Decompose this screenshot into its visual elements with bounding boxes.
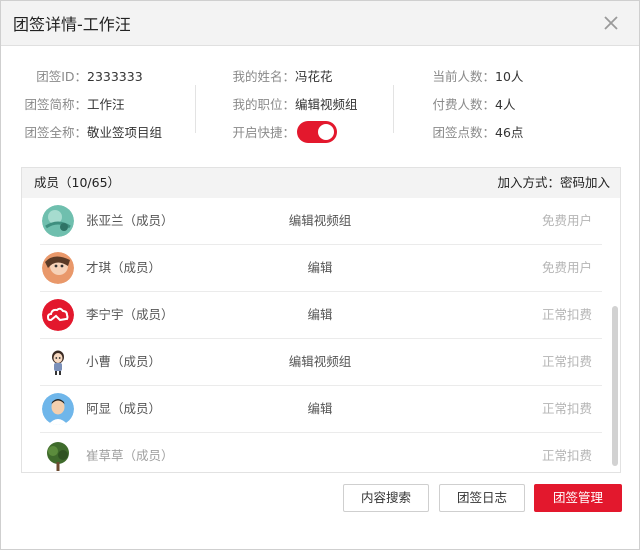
team-short-name-label: 团签简称： — [24, 97, 87, 112]
member-role: 编辑 — [307, 401, 333, 416]
member-status: 正常扣费 — [541, 401, 592, 416]
list-item[interactable]: 张亚兰（成员） 编辑视频组 免费用户 — [40, 198, 602, 245]
team-full-name-row: 团签全称：敬业签项目组 — [1, 119, 162, 147]
shortcut-label: 开启快捷： — [232, 125, 295, 140]
team-id-label: 团签ID： — [36, 69, 87, 84]
info-column-me: 我的姓名：冯花花 我的职位：编辑视频组 开启快捷： — [201, 63, 358, 147]
member-list[interactable]: 张亚兰（成员） 编辑视频组 免费用户 才琪（成员） 编辑 免费用户 李宁宇（成员… — [22, 198, 620, 472]
cloud-logo-avatar — [42, 299, 74, 331]
toggle-knob — [318, 124, 334, 140]
member-role: 编辑视频组 — [288, 213, 352, 228]
photo-avatar — [42, 252, 74, 284]
info-column-team: 团签ID：2333333 团签简称：工作汪 团签全称：敬业签项目组 — [1, 63, 162, 147]
member-name: 崔草草（成员） — [86, 448, 174, 463]
team-id-row: 团签ID：2333333 — [1, 63, 162, 91]
member-name: 李宁宇（成员） — [86, 307, 174, 322]
team-detail-dialog: 团签详情-工作汪 团签ID：2333333 团签简称：工作汪 团签全称：敬业签项… — [0, 0, 640, 550]
my-name-value: 冯花花 — [295, 69, 333, 84]
member-panel: 成员（10/65） 加入方式：密码加入 张亚兰（成员） 编辑视频组 免费用户 才… — [21, 167, 621, 473]
join-method: 加入方式：密码加入 — [497, 175, 610, 190]
member-name: 阿显（成员） — [86, 401, 162, 416]
current-count-row: 当前人数：10人 — [401, 63, 523, 91]
member-list-scrollbar[interactable] — [612, 306, 618, 466]
member-role: 编辑 — [307, 307, 333, 322]
shortcut-row: 开启快捷： — [201, 119, 358, 147]
list-item[interactable]: 才琪（成员） 编辑 免费用户 — [40, 245, 602, 292]
shortcut-toggle[interactable] — [297, 121, 337, 143]
team-full-name-label: 团签全称： — [24, 125, 87, 140]
close-icon[interactable] — [601, 13, 621, 33]
info-column-stats: 当前人数：10人 付费人数：4人 团签点数：46点 — [401, 63, 523, 147]
member-status: 正常扣费 — [541, 307, 592, 322]
my-position-label: 我的职位： — [232, 97, 295, 112]
my-name-label: 我的姓名： — [232, 69, 295, 84]
member-count-title: 成员（10/65） — [34, 175, 121, 190]
team-points-value: 46点 — [495, 125, 524, 140]
list-item[interactable]: 小曹（成员） 编辑视频组 正常扣费 — [40, 339, 602, 386]
portrait-avatar — [42, 393, 74, 425]
my-position-row: 我的职位：编辑视频组 — [201, 91, 358, 119]
list-item[interactable]: 阿显（成员） 编辑 正常扣费 — [40, 386, 602, 433]
member-status: 正常扣费 — [541, 354, 592, 369]
team-manage-button[interactable]: 团签管理 — [534, 484, 622, 512]
team-id-value: 2333333 — [87, 69, 143, 84]
cartoon-avatar — [42, 346, 74, 378]
dialog-title: 团签详情-工作汪 — [13, 15, 131, 34]
paid-count-row: 付费人数：4人 — [401, 91, 523, 119]
list-item[interactable]: 李宁宇（成员） 编辑 正常扣费 — [40, 292, 602, 339]
my-name-row: 我的姓名：冯花花 — [201, 63, 358, 91]
team-full-name-value: 敬业签项目组 — [87, 125, 163, 140]
divider — [393, 85, 394, 133]
title-bar: 团签详情-工作汪 — [1, 1, 639, 46]
member-name: 才琪（成员） — [86, 260, 162, 275]
member-header: 成员（10/65） 加入方式：密码加入 — [22, 168, 620, 198]
current-count-label: 当前人数： — [432, 69, 495, 84]
list-item[interactable]: 崔草草（成员） 正常扣费 — [40, 433, 602, 472]
globe-avatar — [42, 205, 74, 237]
member-status: 正常扣费 — [541, 448, 592, 463]
member-name: 小曹（成员） — [86, 354, 162, 369]
member-role: 编辑 — [307, 260, 333, 275]
tree-avatar — [42, 440, 74, 472]
member-status: 免费用户 — [541, 213, 592, 228]
content-search-button[interactable]: 内容搜索 — [343, 484, 429, 512]
divider — [195, 85, 196, 133]
paid-count-label: 付费人数： — [432, 97, 495, 112]
paid-count-value: 4人 — [495, 97, 516, 112]
my-position-value: 编辑视频组 — [295, 97, 358, 112]
team-short-name-value: 工作汪 — [87, 97, 125, 112]
member-name: 张亚兰（成员） — [86, 213, 174, 228]
team-points-row: 团签点数：46点 — [401, 119, 523, 147]
current-count-value: 10人 — [495, 69, 524, 84]
member-role: 编辑视频组 — [288, 354, 352, 369]
team-points-label: 团签点数： — [432, 125, 495, 140]
team-log-button[interactable]: 团签日志 — [439, 484, 525, 512]
team-short-name-row: 团签简称：工作汪 — [1, 91, 162, 119]
team-info: 团签ID：2333333 团签简称：工作汪 团签全称：敬业签项目组 我的姓名：冯… — [1, 63, 639, 155]
member-status: 免费用户 — [541, 260, 592, 275]
